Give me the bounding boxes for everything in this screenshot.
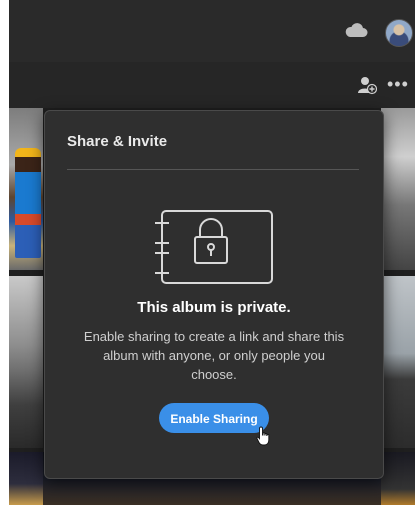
- cloud-icon[interactable]: [344, 21, 368, 39]
- album-toolbar: •••: [9, 62, 415, 108]
- photo-thumbnail[interactable]: [381, 452, 415, 505]
- divider: [67, 169, 359, 170]
- avatar[interactable]: [385, 19, 413, 47]
- share-invite-dialog: Share & Invite This album is private. En…: [44, 110, 384, 479]
- add-person-icon[interactable]: [357, 75, 377, 95]
- photo-subject: [15, 148, 41, 258]
- top-bar: [9, 0, 415, 62]
- hand-cursor-icon: [256, 426, 270, 446]
- privacy-description: Enable sharing to create a link and shar…: [83, 329, 345, 382]
- photo-thumbnail[interactable]: [381, 276, 415, 448]
- enable-sharing-button[interactable]: Enable Sharing: [159, 403, 269, 433]
- privacy-heading: This album is private.: [137, 299, 291, 316]
- locked-album-icon: [155, 210, 273, 284]
- photo-thumbnail[interactable]: [381, 108, 415, 270]
- photo-thumbnail[interactable]: [9, 276, 43, 448]
- more-options-button[interactable]: •••: [387, 74, 411, 94]
- dialog-title: Share & Invite: [67, 133, 168, 150]
- photo-thumbnail[interactable]: [9, 108, 43, 270]
- photo-thumbnail[interactable]: [9, 452, 43, 505]
